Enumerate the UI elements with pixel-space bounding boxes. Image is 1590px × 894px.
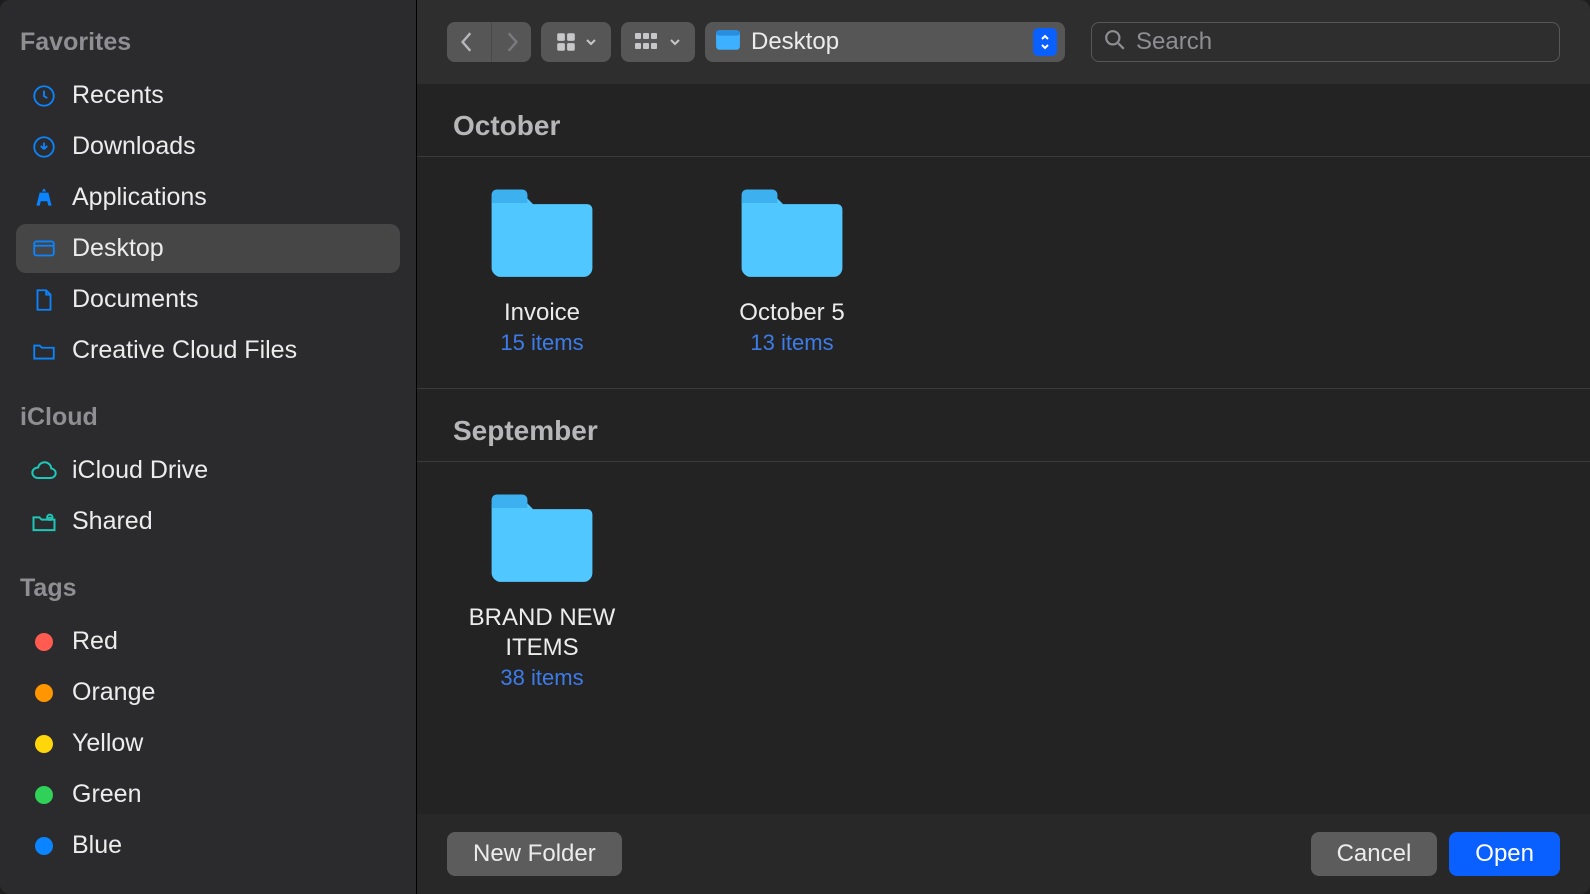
folder-icon [736, 185, 848, 298]
sidebar-item-icloud-drive[interactable]: iCloud Drive [16, 446, 400, 495]
group-by-group [621, 22, 695, 62]
sidebar-item-label: Blue [72, 831, 122, 860]
folder-item[interactable]: BRAND NEW ITEMS 38 items [457, 490, 627, 691]
sidebar-item-label: Orange [72, 678, 155, 707]
folder-icon [486, 490, 598, 603]
sidebar-item-documents[interactable]: Documents [16, 275, 400, 324]
sidebar-heading-icloud: iCloud [16, 403, 400, 432]
footer: New Folder Cancel Open [417, 814, 1590, 894]
download-icon [30, 133, 58, 161]
sidebar-item-desktop[interactable]: Desktop [16, 224, 400, 273]
toolbar: Desktop [417, 0, 1590, 84]
desktop-icon [715, 29, 741, 56]
sidebar-item-label: Recents [72, 81, 164, 110]
sidebar-item-recents[interactable]: Recents [16, 71, 400, 120]
clock-icon [30, 82, 58, 110]
tag-dot-icon [30, 730, 58, 758]
cancel-button[interactable]: Cancel [1311, 832, 1438, 876]
content-area: October Invoice 15 items October 5 13 it… [417, 84, 1590, 814]
forward-button[interactable] [491, 22, 531, 62]
tag-dot-icon [30, 781, 58, 809]
search-icon [1104, 29, 1126, 56]
sidebar-item-tag-yellow[interactable]: Yellow [16, 719, 400, 768]
applications-icon [30, 184, 58, 212]
sidebar-item-label: Green [72, 780, 141, 809]
folder-item[interactable]: Invoice 15 items [457, 185, 627, 356]
folder-name: Invoice [504, 298, 580, 328]
sidebar-item-label: iCloud Drive [72, 456, 208, 485]
folder-name: October 5 [739, 298, 844, 328]
folder-grid-september: BRAND NEW ITEMS 38 items [417, 462, 1590, 701]
sidebar-item-tag-blue[interactable]: Blue [16, 821, 400, 870]
sidebar-item-tag-green[interactable]: Green [16, 770, 400, 819]
folder-item-count: 38 items [500, 665, 583, 691]
sidebar-item-label: Downloads [72, 132, 196, 161]
group-by-button[interactable] [621, 22, 695, 62]
sidebar: Favorites Recents Downloads Applications… [0, 0, 417, 894]
search-input[interactable] [1136, 28, 1547, 56]
location-label: Desktop [751, 28, 1023, 56]
folder-icon [30, 337, 58, 365]
cloud-icon [30, 457, 58, 485]
folder-name: BRAND NEW ITEMS [457, 603, 627, 663]
section-header-september: September [417, 389, 1590, 462]
sidebar-heading-tags: Tags [16, 574, 400, 603]
updown-arrows-icon [1033, 28, 1057, 56]
sidebar-item-label: Documents [72, 285, 198, 314]
sidebar-item-label: Red [72, 627, 118, 656]
folder-item[interactable]: October 5 13 items [707, 185, 877, 356]
tag-dot-icon [30, 832, 58, 860]
view-mode-group [541, 22, 611, 62]
nav-group [447, 22, 531, 62]
tag-dot-icon [30, 628, 58, 656]
tag-dot-icon [30, 679, 58, 707]
sidebar-item-label: Desktop [72, 234, 164, 263]
sidebar-item-label: Creative Cloud Files [72, 336, 297, 365]
folder-grid-october: Invoice 15 items October 5 13 items [417, 157, 1590, 389]
open-button[interactable]: Open [1449, 832, 1560, 876]
sidebar-item-tag-orange[interactable]: Orange [16, 668, 400, 717]
location-selector[interactable]: Desktop [705, 22, 1065, 62]
sidebar-item-label: Yellow [72, 729, 143, 758]
sidebar-item-creative-cloud[interactable]: Creative Cloud Files [16, 326, 400, 375]
back-button[interactable] [447, 22, 487, 62]
sidebar-item-shared[interactable]: Shared [16, 497, 400, 546]
folder-icon [486, 185, 598, 298]
folder-item-count: 13 items [750, 330, 833, 356]
view-mode-button[interactable] [541, 22, 611, 62]
sidebar-item-tag-red[interactable]: Red [16, 617, 400, 666]
search-box[interactable] [1091, 22, 1560, 62]
sidebar-item-label: Applications [72, 183, 207, 212]
sidebar-item-downloads[interactable]: Downloads [16, 122, 400, 171]
folder-item-count: 15 items [500, 330, 583, 356]
shared-folder-icon [30, 508, 58, 536]
sidebar-item-applications[interactable]: Applications [16, 173, 400, 222]
sidebar-heading-favorites: Favorites [16, 28, 400, 57]
document-icon [30, 286, 58, 314]
desktop-icon [30, 235, 58, 263]
new-folder-button[interactable]: New Folder [447, 832, 622, 876]
main-panel: Desktop October Invoice [417, 0, 1590, 894]
section-header-october: October [417, 84, 1590, 157]
sidebar-item-label: Shared [72, 507, 153, 536]
